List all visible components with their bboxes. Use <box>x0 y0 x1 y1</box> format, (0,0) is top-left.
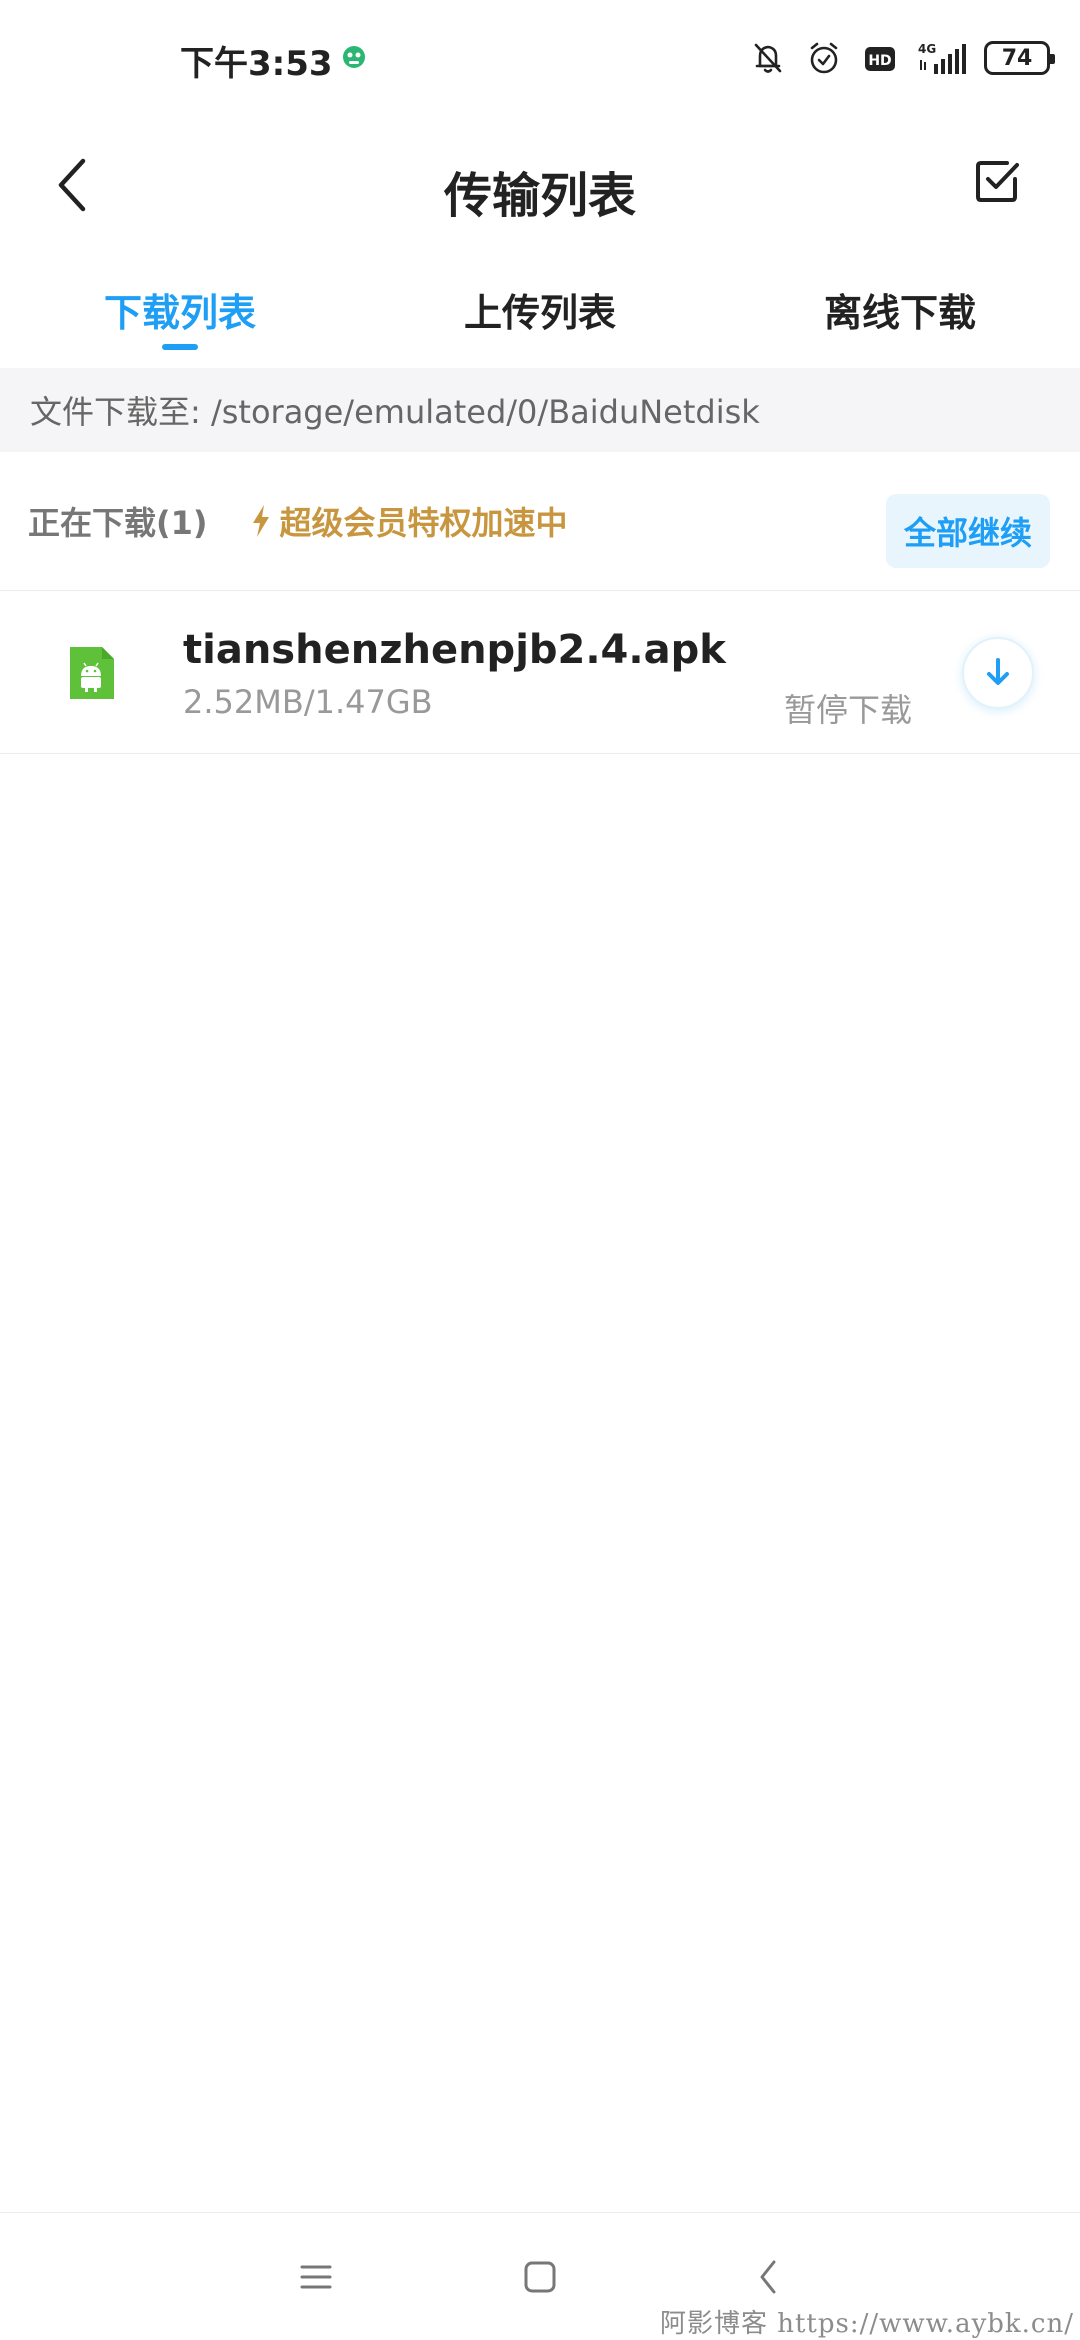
lightning-icon <box>252 505 269 537</box>
status-icons: HD 4G 74 <box>748 36 1055 80</box>
signal-4g-icon: 4G <box>918 42 966 74</box>
active-tab-indicator <box>162 344 198 350</box>
nav-home-button[interactable] <box>508 2245 572 2309</box>
mute-bell-icon <box>754 43 782 73</box>
watermark: 阿影博客 https://www.aybk.cn/ <box>659 2309 1074 2339</box>
app-header: 传输列表 <box>0 120 1080 250</box>
chevron-left-icon <box>760 2260 776 2294</box>
home-square-icon <box>524 2261 556 2293</box>
status-time: 下午3:53 <box>180 44 333 84</box>
arrow-down-icon <box>987 658 1009 685</box>
tab-upload-list[interactable]: 上传列表 <box>360 250 720 368</box>
tab-label: 离线下载 <box>823 290 976 335</box>
transfer-list-screen: 下午3:53 HD 4G 74 传输列表 下载列表 上传列表 离线下载 文件下载… <box>0 0 1080 2340</box>
page-title: 传输列表 <box>443 168 636 224</box>
file-progress-size: 2.52MB/1.47GB <box>183 683 433 721</box>
file-status: 暂停下载 <box>783 691 912 729</box>
list-item[interactable]: tianshenzhenpjb2.4.apk 2.52MB/1.47GB 暂停下… <box>0 590 1080 754</box>
checkbox-edit-icon <box>976 161 1019 202</box>
download-path-bar[interactable]: 文件下载至: /storage/emulated/0/BaiduNetdisk <box>0 368 1080 452</box>
nav-back-button[interactable] <box>736 2245 800 2309</box>
tab-label: 上传列表 <box>463 290 616 335</box>
downloading-count-label: 正在下载(1) <box>28 504 208 542</box>
hd-icon: HD <box>865 47 895 71</box>
alarm-icon <box>810 42 838 74</box>
menu-icon <box>300 2265 332 2289</box>
svg-text:4G: 4G <box>918 42 936 56</box>
transfer-tabs: 下载列表 上传列表 离线下载 <box>0 250 1080 368</box>
app-notification-icon <box>343 46 365 68</box>
resume-all-button[interactable]: 全部继续 <box>886 494 1050 568</box>
tab-offline-download[interactable]: 离线下载 <box>720 250 1080 368</box>
vip-acceleration-notice[interactable]: 超级会员特权加速中 <box>250 498 568 544</box>
battery-level: 74 <box>1001 45 1033 71</box>
android-apk-icon <box>70 647 114 699</box>
resume-download-button[interactable] <box>962 637 1034 709</box>
tab-download-list[interactable]: 下载列表 <box>0 250 360 368</box>
multi-select-button[interactable] <box>952 136 1042 226</box>
status-bar: 下午3:53 HD 4G 74 <box>0 0 1080 120</box>
vip-acceleration-label: 超级会员特权加速中 <box>279 504 568 542</box>
svg-text:HD: HD <box>868 53 891 69</box>
nav-menu-button[interactable] <box>284 2245 348 2309</box>
downloading-section-header: 正在下载(1) 超级会员特权加速中 全部继续 <box>0 452 1080 590</box>
tab-label: 下载列表 <box>103 290 256 335</box>
download-path-text: 文件下载至: /storage/emulated/0/BaiduNetdisk <box>30 393 760 431</box>
battery-icon: 74 <box>984 41 1055 75</box>
file-name: tianshenzhenpjb2.4.apk <box>183 627 726 673</box>
